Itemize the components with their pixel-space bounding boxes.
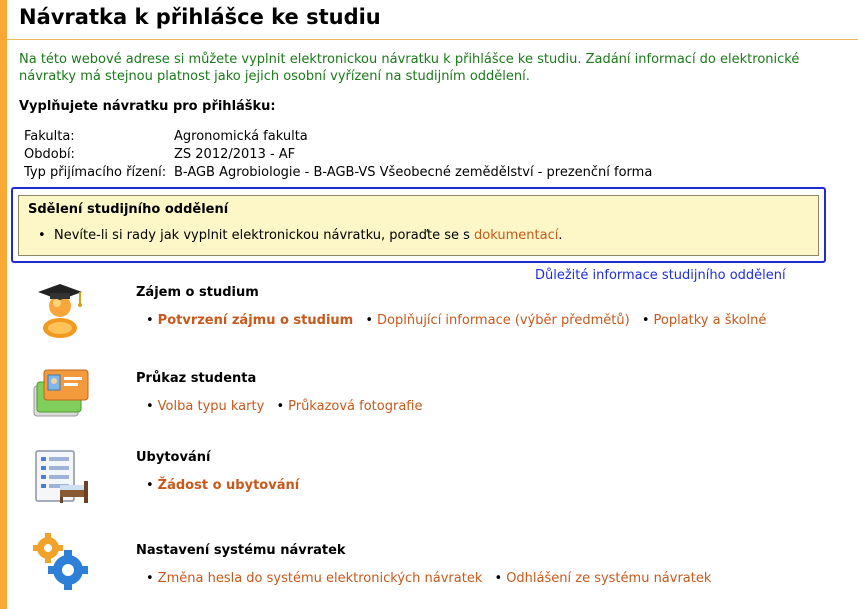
section-title-housing: Ubytování (136, 450, 211, 465)
change-password-link[interactable]: Změna hesla do systému elektronických ná… (158, 571, 483, 586)
info-row-period: Období: ZS 2012/2013 - AF (24, 147, 652, 165)
bullet: • (146, 313, 154, 328)
section-title-card: Průkaz studenta (136, 371, 257, 386)
bullet: • (494, 571, 503, 586)
bed-list-icon (35, 450, 88, 503)
card-links: • Volba typu karty • Průkazová fotografie (146, 399, 430, 414)
settings-links: • Změna hesla do systému elektronických n… (146, 571, 719, 586)
bullet: • (365, 313, 374, 328)
notice-box: Sdělení studijního oddělení • Nevíte-li … (18, 195, 819, 256)
card-photo-link[interactable]: Průkazová fotografie (288, 399, 422, 414)
application-subheading: Vyplňujete návratku pro přihlášku: (19, 99, 276, 114)
admission-type-label: Typ přijímacího řízení: (24, 165, 167, 180)
application-info-table: Fakulta: Agronomická fakulta Období: ZS … (24, 129, 652, 183)
info-row-faculty: Fakulta: Agronomická fakulta (24, 129, 652, 147)
notice-item: • Nevíte-li si rady jak vyplnit elektron… (38, 228, 563, 243)
faculty-value: Agronomická fakulta (174, 129, 308, 144)
fees-link[interactable]: Poplatky a školné (653, 313, 766, 328)
admission-type-value: B-AGB Agrobiologie - B-AGB-VS Všeobecné … (174, 165, 653, 180)
logout-link[interactable]: Odhlášení ze systému návratek (506, 571, 711, 586)
section-title-settings: Nastavení systému návratek (136, 543, 346, 558)
bullet: • (38, 228, 46, 243)
period-value: ZS 2012/2013 - AF (174, 147, 296, 162)
info-row-admission-type: Typ přijímacího řízení: B-AGB Agrobiolog… (24, 165, 652, 183)
faculty-label: Fakulta: (24, 129, 75, 144)
housing-request-link[interactable]: Žádost o ubytování (158, 478, 300, 493)
confirm-interest-link[interactable]: Potvrzení zájmu o studium (158, 313, 354, 328)
bullet: • (146, 399, 154, 414)
bullet: • (146, 571, 154, 586)
intro-text: Na této webové adrese si můžete vyplnit … (19, 52, 800, 84)
bullet: • (641, 313, 650, 328)
left-accent-bar (0, 0, 7, 609)
notice-text: Nevíte-li si rady jak vyplnit elektronic… (54, 228, 470, 243)
period-label: Období: (24, 147, 75, 162)
notice-title: Sdělení studijního oddělení (28, 202, 229, 217)
gears-icon (33, 533, 88, 590)
section-title-interest: Zájem o studium (136, 285, 259, 300)
important-info-link[interactable]: Důležité informace studijního oddělení (535, 268, 786, 283)
documentation-link[interactable]: dokumentací (474, 228, 558, 243)
additional-info-link[interactable]: Doplňující informace (výběr předmětů) (377, 313, 630, 328)
title-divider (7, 39, 858, 40)
graduate-icon (38, 284, 82, 338)
housing-links: • Žádost o ubytování (146, 478, 307, 493)
bullet: • (276, 399, 285, 414)
bullet: • (146, 478, 154, 493)
page-title: Návratka k přihlášce ke studiu (19, 5, 381, 29)
notice-tail: . (558, 228, 563, 243)
card-type-link[interactable]: Volba typu karty (158, 399, 265, 414)
interest-links: • Potvrzení zájmu o studium • Doplňující i… (146, 313, 774, 328)
student-card-icon (33, 369, 89, 417)
